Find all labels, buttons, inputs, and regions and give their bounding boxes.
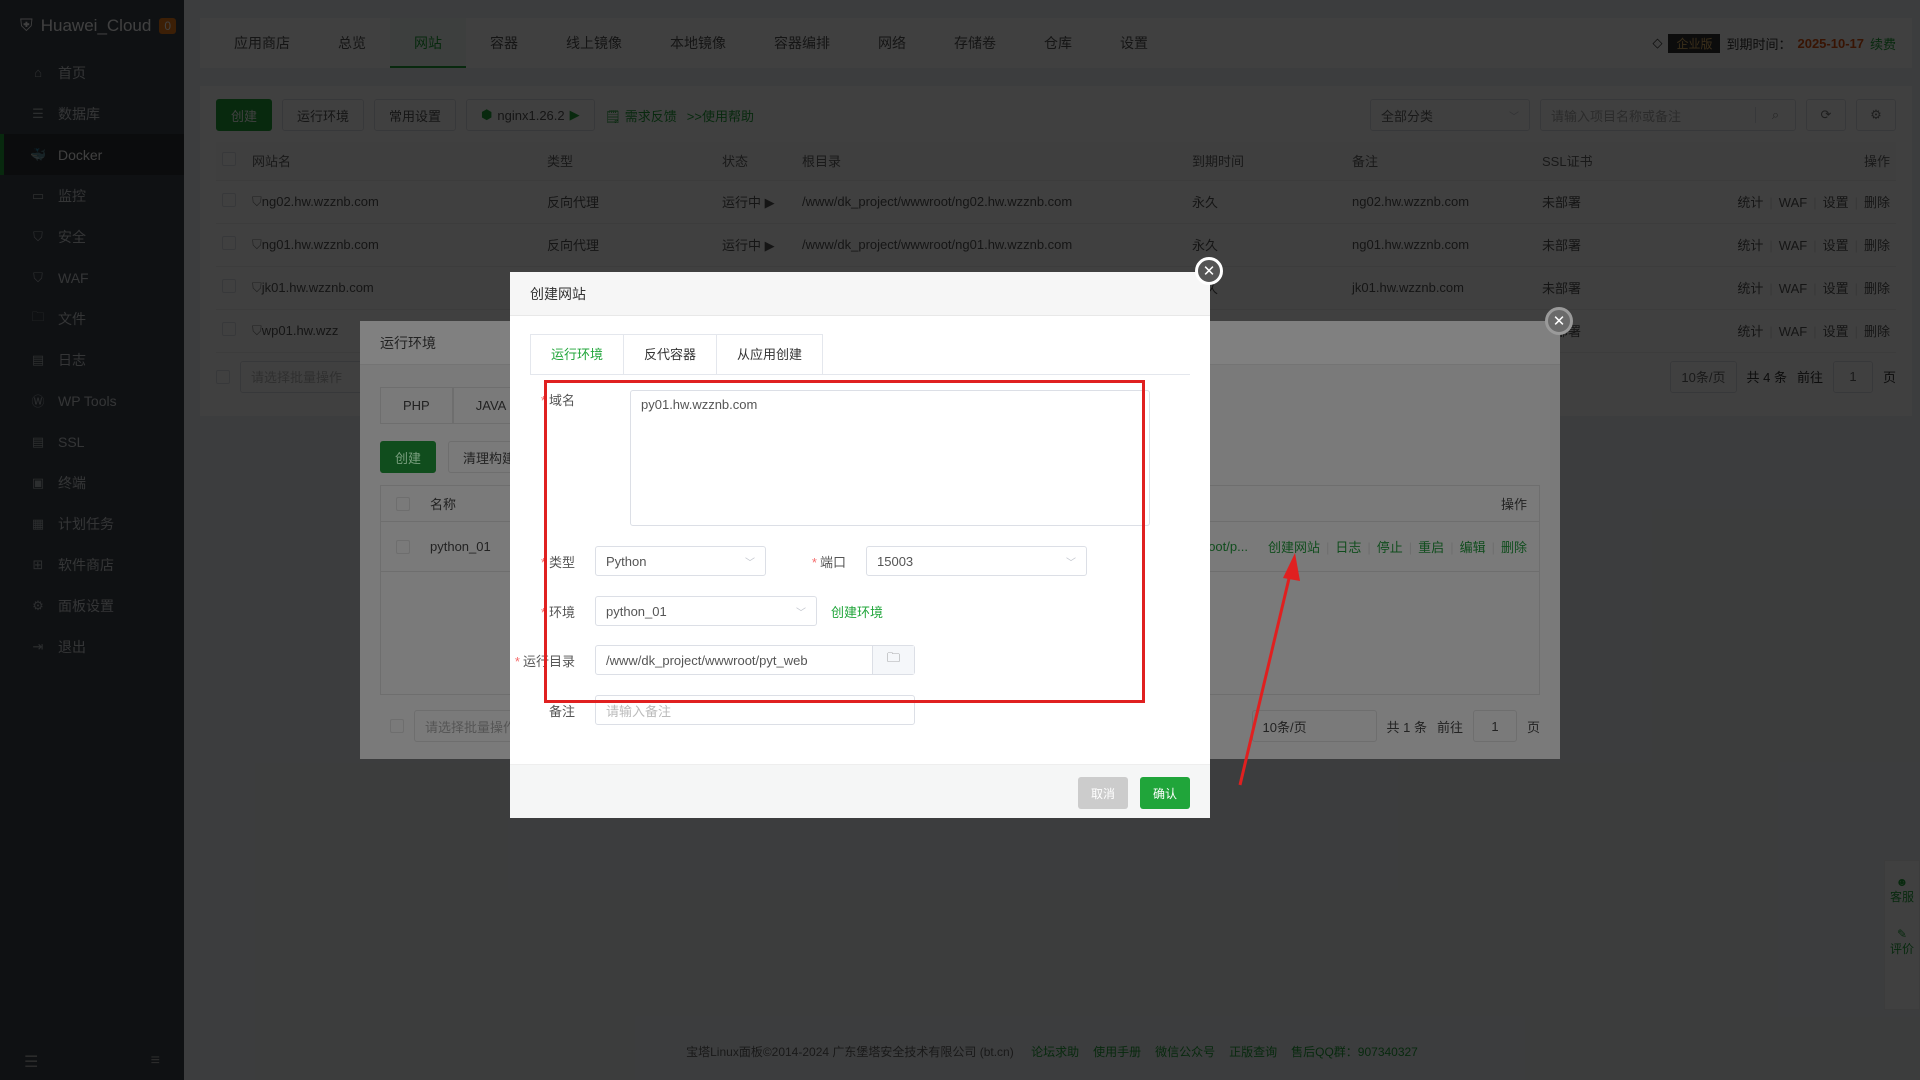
runtime-batch-checkbox[interactable] <box>390 719 404 733</box>
confirm-button[interactable]: 确认 <box>1140 777 1190 809</box>
runtime-op-3[interactable]: 重启 <box>1418 540 1444 555</box>
tab-runtime[interactable]: 运行环境 <box>530 334 625 374</box>
runtime-row-checkbox[interactable] <box>396 539 410 554</box>
tab-reverse-proxy-container[interactable]: 反代容器 <box>623 334 718 374</box>
runtime-col-name: 名称 <box>430 497 457 512</box>
tab-from-app[interactable]: 从应用创建 <box>716 334 824 374</box>
runtime-op-2[interactable]: 停止 <box>1377 540 1403 555</box>
runtime-name: python_01 <box>430 539 491 554</box>
cancel-button[interactable]: 取消 <box>1078 777 1128 809</box>
runtime-page-unit: 页 <box>1526 719 1540 735</box>
runtime-goto: 前往 <box>1436 719 1463 735</box>
create-site-tabs: 运行环境 反代容器 从应用创建 <box>530 334 1190 375</box>
runtime-tab-php[interactable]: PHP <box>380 387 453 424</box>
runtime-op-4[interactable]: 编辑 <box>1460 540 1486 555</box>
runtime-modal-close-button[interactable]: ✕ <box>1545 307 1573 335</box>
runtime-path: oot/p... <box>1208 539 1248 554</box>
modal-footer: 取消 确认 <box>510 764 1210 818</box>
annotation-highlight-box <box>544 380 1145 703</box>
runtime-col-ops: 操作 <box>1500 497 1527 512</box>
note-label: 备注 <box>548 703 575 719</box>
runtime-op-5[interactable]: 删除 <box>1501 540 1527 555</box>
runtime-create-button[interactable]: 创建 <box>380 441 437 473</box>
create-site-modal: 创建网站 运行环境 反代容器 从应用创建 * 域名 py01.hw.wzznb.c… <box>510 272 1210 818</box>
runtime-select-all[interactable] <box>396 496 410 511</box>
create-site-title: 创建网站 <box>510 272 1210 316</box>
runtime-op-0[interactable]: 创建网站 <box>1268 540 1320 555</box>
runtime-page-size[interactable]: 10条/页 <box>1251 710 1377 742</box>
runtime-page-input[interactable]: 1 <box>1472 710 1517 742</box>
runtime-op-1[interactable]: 日志 <box>1335 540 1361 555</box>
runtime-total: 共 1 条 <box>1386 719 1427 735</box>
create-modal-close-button[interactable]: ✕ <box>1195 257 1223 285</box>
